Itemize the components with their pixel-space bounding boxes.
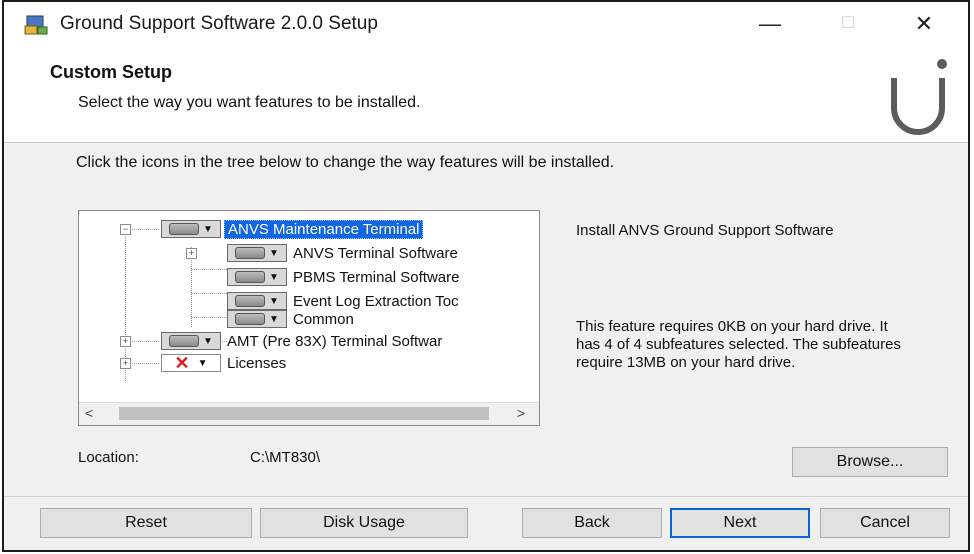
feature-requirements: This feature requires 0KB on your hard d… <box>576 318 901 371</box>
tree-item-label: ANVS Terminal Software <box>293 244 458 262</box>
scroll-right-icon[interactable]: > <box>517 405 525 421</box>
tree-item-label: Licenses <box>227 354 287 372</box>
close-button[interactable]: ✕ <box>894 2 954 46</box>
installer-icon <box>24 15 48 35</box>
expand-toggle-icon[interactable]: + <box>120 358 131 369</box>
hard-drive-icon <box>235 271 266 283</box>
tree-item-label: Common <box>293 310 354 328</box>
footer-divider <box>4 496 968 497</box>
feature-tree[interactable]: − + + + ▼ ANVS Maintenance Terminal ▼ AN… <box>78 210 540 426</box>
next-button[interactable]: Next <box>670 508 810 538</box>
tree-item-label: ANVS Maintenance Terminal <box>224 219 424 239</box>
back-button[interactable]: Back <box>522 508 662 538</box>
feature-state-button[interactable]: ▼ <box>227 268 287 286</box>
tree-item-event-log[interactable]: ▼ Event Log Extraction Toc <box>227 291 459 311</box>
dropdown-arrow-icon: ▼ <box>203 335 213 347</box>
dialog-header: Custom Setup Select the way you want fea… <box>4 46 968 143</box>
scroll-thumb[interactable] <box>119 407 489 420</box>
cancel-button[interactable]: Cancel <box>820 508 950 538</box>
reset-button[interactable]: Reset <box>40 508 252 538</box>
tree-item-anvs-terminal[interactable]: ▼ ANVS Terminal Software <box>227 243 458 263</box>
scroll-left-icon[interactable]: < <box>85 405 93 421</box>
expand-toggle-icon[interactable]: + <box>186 248 197 259</box>
hard-drive-icon <box>169 335 200 347</box>
title-bar[interactable]: Ground Support Software 2.0.0 Setup — ☐ … <box>4 2 968 46</box>
minimize-button[interactable]: — <box>740 2 800 46</box>
tree-item-label: Event Log Extraction Toc <box>293 292 459 310</box>
dropdown-arrow-icon: ▼ <box>269 313 279 325</box>
tree-item-anvs-maintenance[interactable]: ▼ ANVS Maintenance Terminal <box>161 219 424 239</box>
tree-item-licenses[interactable]: ✕ ▼ Licenses <box>161 353 286 373</box>
feature-state-button[interactable]: ▼ <box>227 310 287 328</box>
hard-drive-icon <box>169 223 200 235</box>
brand-logo-icon <box>891 59 947 135</box>
tree-item-pbms-terminal[interactable]: ▼ PBMS Terminal Software <box>227 267 459 287</box>
feature-state-button[interactable]: ▼ <box>161 220 221 238</box>
maximize-button[interactable]: ☐ <box>818 2 878 46</box>
feature-state-button[interactable]: ▼ <box>227 244 287 262</box>
unavailable-x-icon: ✕ <box>174 353 190 373</box>
feature-description: Install ANVS Ground Support Software <box>576 222 834 239</box>
dropdown-arrow-icon: ▼ <box>269 271 279 283</box>
setup-window: Ground Support Software 2.0.0 Setup — ☐ … <box>2 0 970 552</box>
page-title: Custom Setup <box>50 62 173 82</box>
tree-item-label: PBMS Terminal Software <box>293 268 460 286</box>
tree-item-label: AMT (Pre 83X) Terminal Softwar <box>227 332 443 350</box>
dropdown-arrow-icon: ▼ <box>269 295 279 307</box>
hard-drive-icon <box>235 313 266 325</box>
disk-usage-button[interactable]: Disk Usage <box>260 508 468 538</box>
collapse-toggle-icon[interactable]: − <box>120 224 131 235</box>
page-subtitle: Select the way you want features to be i… <box>78 94 421 111</box>
dropdown-arrow-icon: ▼ <box>203 223 213 235</box>
dropdown-arrow-icon: ▼ <box>197 357 208 369</box>
feature-state-button[interactable]: ▼ <box>227 292 287 310</box>
feature-state-button[interactable]: ✕ ▼ <box>161 354 221 372</box>
hard-drive-icon <box>235 295 266 307</box>
hard-drive-icon <box>235 247 266 259</box>
dropdown-arrow-icon: ▼ <box>269 247 279 259</box>
tree-item-common[interactable]: ▼ Common <box>227 309 354 329</box>
location-path: C:\MT830\ <box>250 449 321 466</box>
location-label: Location: <box>78 449 139 466</box>
horizontal-scrollbar[interactable]: < > <box>79 402 539 425</box>
browse-button[interactable]: Browse... <box>792 447 948 477</box>
tree-item-amt[interactable]: ▼ AMT (Pre 83X) Terminal Softwar <box>161 331 442 351</box>
feature-state-button[interactable]: ▼ <box>161 332 221 350</box>
window-title: Ground Support Software 2.0.0 Setup <box>60 13 378 34</box>
expand-toggle-icon[interactable]: + <box>120 336 131 347</box>
instruction-text: Click the icons in the tree below to cha… <box>76 154 615 171</box>
